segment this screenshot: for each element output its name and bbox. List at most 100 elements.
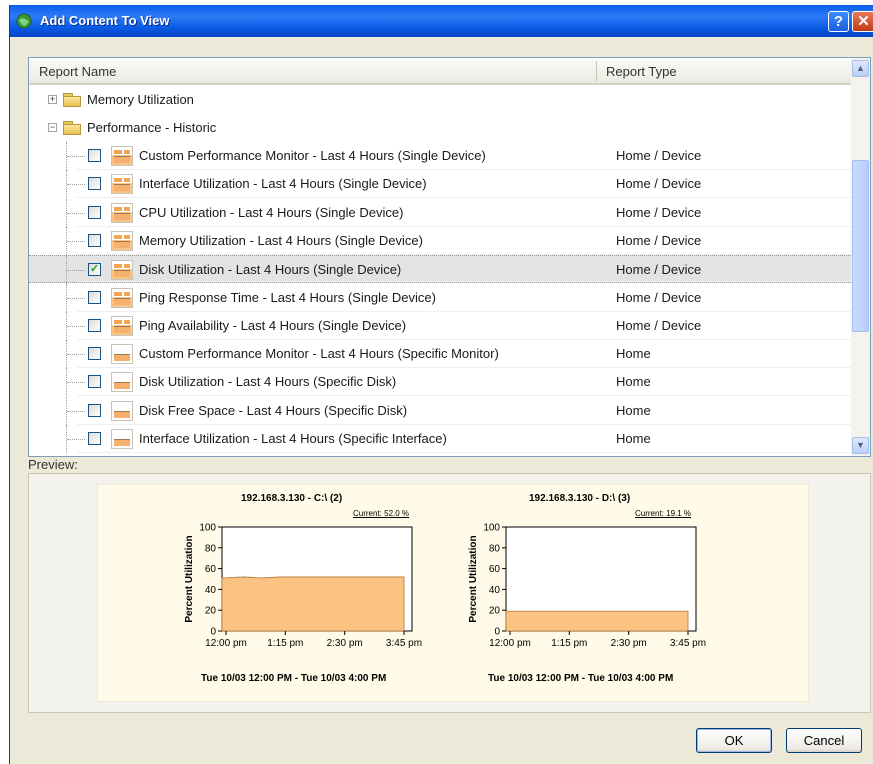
scrollbar-thumb[interactable] xyxy=(852,160,869,332)
report-type: Home / Device xyxy=(616,148,702,163)
tree-line xyxy=(67,410,85,412)
report-row[interactable]: ✓ Disk Utilization - Last 4 Hours (Single… xyxy=(29,255,851,285)
report-name: Disk Utilization - Last 4 Hours (Single … xyxy=(139,262,402,278)
chart-date-range: Tue 10/03 12:00 PM - Tue 10/03 4:00 PM xyxy=(488,673,674,684)
report-chart-icon xyxy=(111,372,133,393)
report-chart-icon xyxy=(111,287,133,308)
report-checkbox[interactable] xyxy=(88,290,101,304)
report-checkbox[interactable]: ✓ xyxy=(88,263,101,277)
y-tick-label: 40 xyxy=(205,585,217,596)
cancel-button[interactable]: Cancel xyxy=(786,728,862,753)
report-row[interactable]: Custom Performance Monitor - Last 4 Hour… xyxy=(29,340,851,369)
y-tick-label: 0 xyxy=(210,627,216,638)
tree-line xyxy=(67,240,85,242)
report-checkbox[interactable] xyxy=(88,375,101,389)
app-globe-icon xyxy=(16,13,32,29)
report-checkbox[interactable] xyxy=(88,205,101,219)
report-list[interactable]: Report Name Report Type + Memory Utiliza… xyxy=(28,57,871,457)
chart-title: 192.168.3.130 - D:\ (3) xyxy=(529,493,631,504)
x-tick-label: 2:30 pm xyxy=(327,638,363,649)
report-row[interactable]: Interface Utilization - Last 4 Hours (Si… xyxy=(29,170,851,199)
report-name: Custom Performance Monitor - Last 4 Hour… xyxy=(139,148,486,163)
folder-icon xyxy=(63,121,81,135)
y-axis-label: Percent Utilization xyxy=(184,535,195,622)
data-area xyxy=(505,610,689,632)
tree-line xyxy=(67,354,85,356)
report-checkbox[interactable] xyxy=(88,432,101,445)
scroll-down-icon[interactable]: ▼ xyxy=(852,437,869,454)
x-tick-label: 12:00 pm xyxy=(489,638,531,649)
disk-c-chart: 0 20 40 60 80 100 12:00 pm 1:15 pm 2:30 pm 3:45 p… xyxy=(184,523,422,650)
y-tick-label: 20 xyxy=(205,606,217,617)
report-row[interactable]: Ping Availability - Last 4 Hours (Single… xyxy=(29,311,851,340)
x-tick-label: 12:00 pm xyxy=(205,638,247,649)
y-tick-label: 80 xyxy=(205,543,217,554)
report-row[interactable]: Custom Performance Monitor - Last 4 Hour… xyxy=(29,142,851,170)
preview-label: Preview: xyxy=(28,457,78,472)
help-button[interactable]: ? xyxy=(828,11,849,32)
report-row[interactable]: Ping Response Time - Last 4 Hours (Singl… xyxy=(29,283,851,312)
report-type: Home xyxy=(616,346,651,362)
x-tick-label: 2:30 pm xyxy=(611,638,647,649)
data-area xyxy=(221,576,405,632)
report-checkbox[interactable] xyxy=(88,149,101,162)
add-content-dialog: Add Content To View ? ✕ Report Name Repo… xyxy=(9,5,873,764)
preview-pane: 192.168.3.130 - C:\ (2) Current: 52.0 % … xyxy=(28,473,871,713)
report-type: Home / Device xyxy=(616,176,702,192)
report-type: Home / Device xyxy=(616,204,702,220)
chart-title: 192.168.3.130 - C:\ (2) xyxy=(241,493,343,504)
report-type: Home xyxy=(616,431,651,446)
report-checkbox[interactable] xyxy=(88,347,101,361)
y-tick-label: 100 xyxy=(199,523,216,534)
report-row[interactable]: CPU Utilization - Last 4 Hours (Single D… xyxy=(29,198,851,227)
folder-row-memory-utilization[interactable]: + Memory Utilization xyxy=(29,86,851,114)
preview-card: 192.168.3.130 - C:\ (2) Current: 52.0 % … xyxy=(97,484,809,702)
column-header-report-name[interactable]: Report Name xyxy=(39,64,116,79)
report-type: Home xyxy=(616,402,651,418)
tree-line xyxy=(67,325,85,327)
report-chart-icon xyxy=(111,260,133,281)
title-bar[interactable]: Add Content To View ? ✕ xyxy=(10,5,873,37)
report-row[interactable]: Disk Free Space - Last 4 Hours (Specific… xyxy=(29,396,851,425)
close-button[interactable]: ✕ xyxy=(852,11,873,32)
report-checkbox[interactable] xyxy=(88,177,101,191)
y-tick-label: 20 xyxy=(489,606,501,617)
folder-row-performance-historic[interactable]: − Performance - Historic xyxy=(29,114,851,142)
x-tick-label: 3:45 pm xyxy=(670,638,706,649)
folder-label: Memory Utilization xyxy=(87,92,194,107)
report-chart-icon xyxy=(111,174,133,195)
report-name: Custom Performance Monitor - Last 4 Hour… xyxy=(139,346,499,362)
report-chart-icon xyxy=(111,230,133,251)
tree-line xyxy=(67,439,85,440)
report-checkbox[interactable] xyxy=(88,403,101,417)
report-type: Home / Device xyxy=(616,262,702,278)
scroll-up-icon[interactable]: ▲ xyxy=(852,60,869,77)
report-checkbox[interactable] xyxy=(88,318,101,332)
vertical-scrollbar[interactable]: ▲ ▼ xyxy=(851,58,870,456)
collapse-icon[interactable]: − xyxy=(48,123,57,132)
tree-line xyxy=(67,184,85,186)
column-header-report-type[interactable]: Report Type xyxy=(606,64,677,79)
x-tick-label: 3:45 pm xyxy=(386,638,422,649)
column-divider[interactable] xyxy=(596,61,597,81)
report-chart-icon xyxy=(111,429,133,449)
report-checkbox[interactable] xyxy=(88,233,101,247)
x-tick-label: 1:15 pm xyxy=(267,638,303,649)
folder-icon xyxy=(63,93,81,107)
report-name: Interface Utilization - Last 4 Hours (Si… xyxy=(139,176,427,192)
ok-button[interactable]: OK xyxy=(696,728,772,753)
report-name: CPU Utilization - Last 4 Hours (Single D… xyxy=(139,204,404,220)
report-row[interactable]: Memory Utilization - Last 4 Hours (Singl… xyxy=(29,226,851,255)
folder-label: Performance - Historic xyxy=(87,120,217,135)
expand-icon[interactable]: + xyxy=(48,95,57,104)
report-chart-icon xyxy=(111,344,133,365)
report-type: Home / Device xyxy=(616,289,702,305)
report-chart-icon xyxy=(111,400,133,421)
y-tick-label: 100 xyxy=(483,523,500,534)
tree-line xyxy=(67,212,85,214)
report-row[interactable]: Interface Utilization - Last 4 Hours (Sp… xyxy=(29,425,851,453)
report-name: Ping Response Time - Last 4 Hours (Singl… xyxy=(139,289,436,305)
report-row[interactable]: Disk Utilization - Last 4 Hours (Specifi… xyxy=(29,368,851,397)
x-tick-label: 1:15 pm xyxy=(551,638,587,649)
disk-d-chart: 0 20 40 60 80 100 12:00 pm 1:15 pm 2:30 pm 3:45 p… xyxy=(468,523,706,650)
